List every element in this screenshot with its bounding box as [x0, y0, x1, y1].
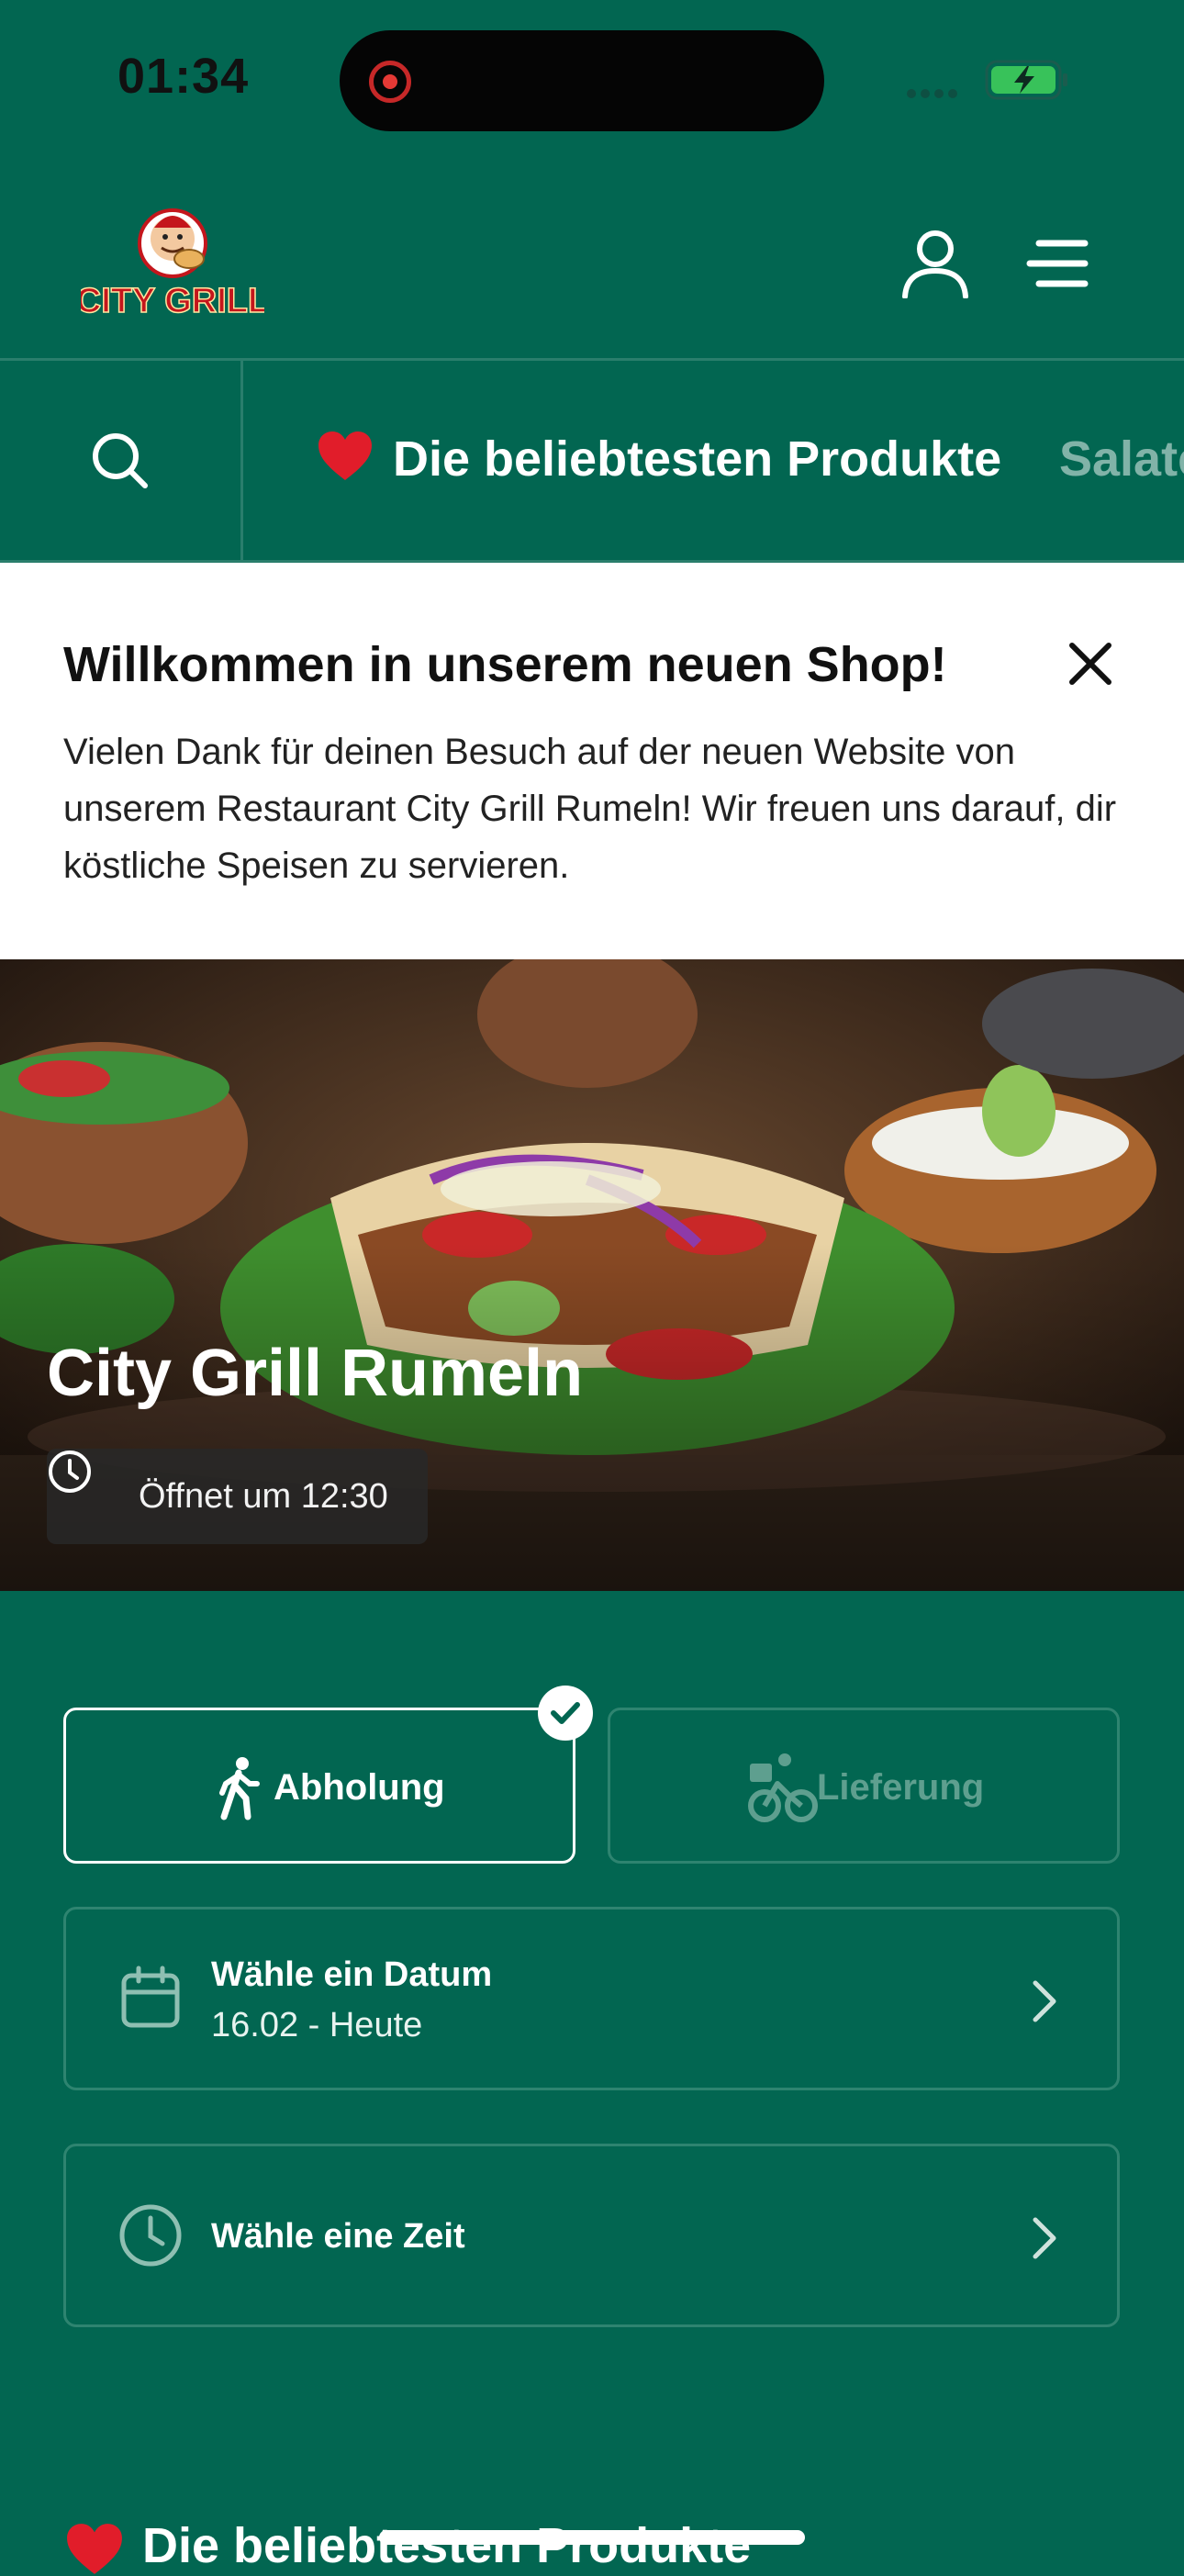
walking-person-icon [219, 1757, 260, 1820]
dynamic-island [340, 30, 824, 131]
time-selector[interactable]: Wähle eine Zeit [63, 2144, 1120, 2327]
restaurant-name: City Grill Rumeln [47, 1337, 584, 1410]
clock-icon [49, 1450, 91, 1493]
time-selector-title: Wähle eine Zeit [211, 2217, 465, 2256]
notice-title: Willkommen in unserem neuen Shop! [63, 637, 947, 692]
chevron-right-icon [1033, 1980, 1056, 2022]
home-indicator[interactable] [379, 2530, 805, 2545]
battery-charging-icon [985, 60, 1067, 100]
signal-icon [907, 86, 966, 98]
delivery-option[interactable]: Lieferung [608, 1708, 1120, 1864]
category-search-button[interactable] [0, 361, 243, 560]
status-time: 01:34 [117, 49, 250, 104]
city-grill-logo[interactable]: CITY GRILL [75, 202, 270, 321]
delivery-bike-icon [748, 1753, 818, 1822]
opening-hours-badge: Öffnet um 12:30 [47, 1449, 428, 1544]
close-icon[interactable] [1065, 638, 1116, 689]
heart-icon [67, 2524, 122, 2574]
category-tab-popular[interactable]: Die beliebtesten Produkte [393, 431, 1001, 487]
selected-check-icon [538, 1686, 593, 1741]
pickup-option[interactable]: Abholung [63, 1708, 575, 1864]
date-selector[interactable]: Wähle ein Datum 16.02 - Heute [63, 1907, 1120, 2090]
delivery-label: Lieferung [817, 1767, 985, 1808]
pickup-label: Abholung [274, 1767, 445, 1808]
chevron-right-icon [1033, 2217, 1056, 2259]
clock-icon [119, 2204, 182, 2267]
section-heading-popular: Die beliebtesten Produkte [142, 2518, 752, 2573]
screen-recording-icon [369, 61, 411, 103]
opening-hours-text: Öffnet um 12:30 [139, 1477, 388, 1516]
category-nav: Die beliebtesten Produkte Salate [0, 361, 1184, 563]
hero-banner: City Grill Rumeln Öffnet um 12:30 [0, 959, 1184, 1591]
search-icon [93, 433, 148, 488]
notice-text: Vielen Dank für deinen Besuch auf der ne… [63, 732, 1117, 886]
date-selector-title: Wähle ein Datum [211, 1955, 493, 1994]
welcome-notice: Willkommen in unserem neuen Shop! Vielen… [0, 563, 1184, 959]
category-tab-salate[interactable]: Salate [1059, 431, 1184, 487]
date-selector-value: 16.02 - Heute [211, 2006, 423, 2044]
site-header: CITY GRILL [0, 161, 1184, 361]
heart-icon [318, 431, 372, 480]
status-bar: 01:34 [0, 0, 1184, 161]
user-account-icon[interactable] [899, 227, 971, 298]
svg-text:CITY GRILL: CITY GRILL [81, 282, 264, 320]
hamburger-menu-icon[interactable] [1026, 234, 1090, 293]
calendar-icon [121, 1966, 180, 2028]
